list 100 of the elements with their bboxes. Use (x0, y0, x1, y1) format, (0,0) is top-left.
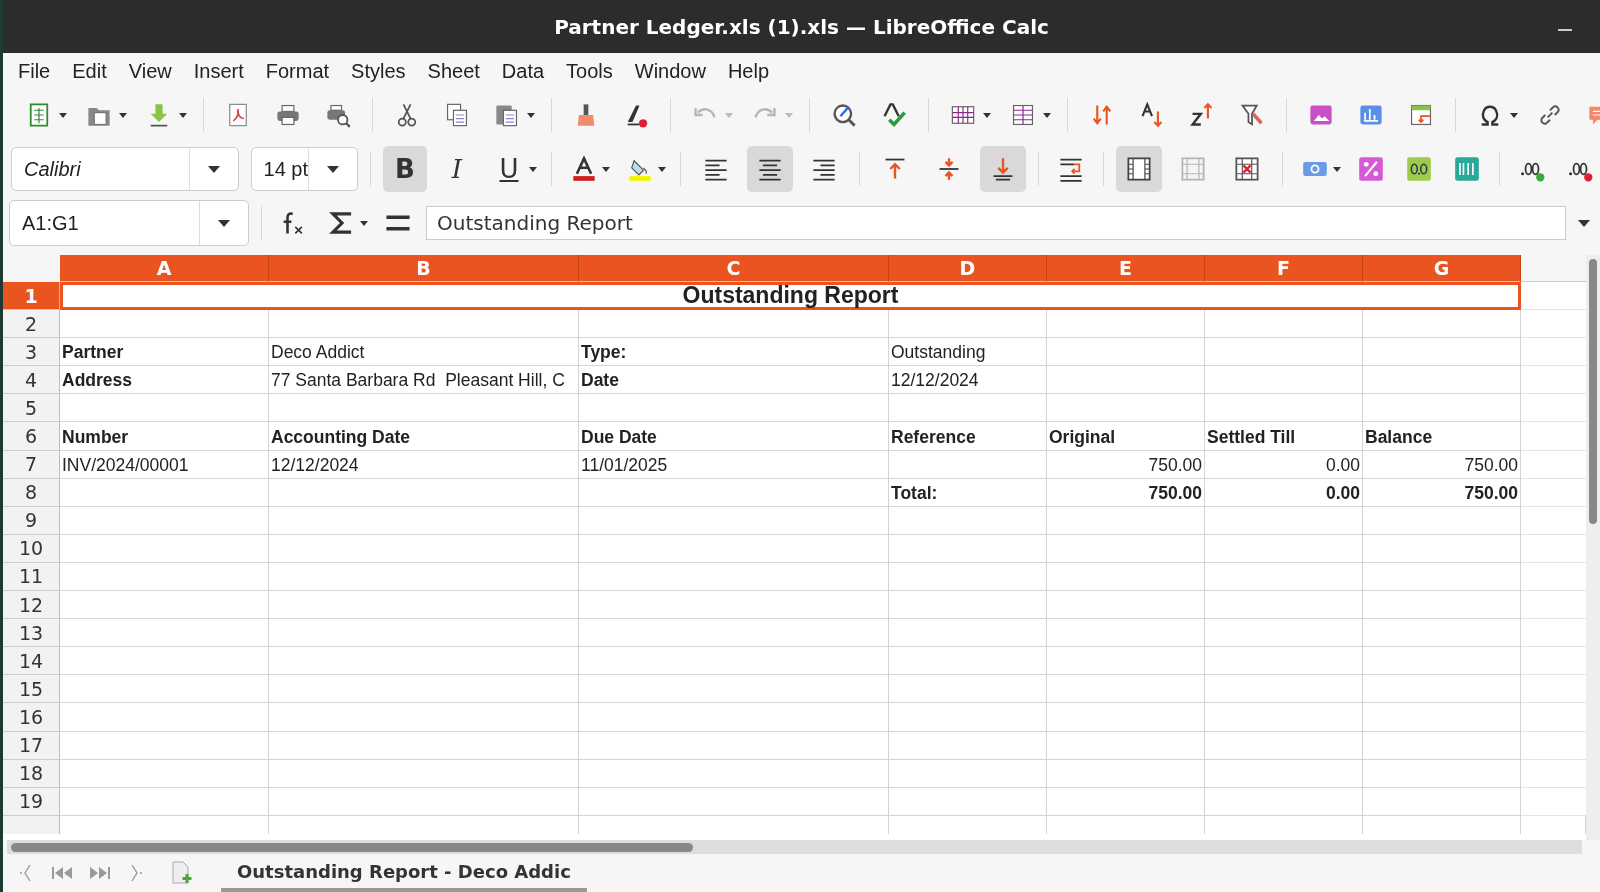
align-center-button[interactable] (747, 146, 793, 192)
caret-icon[interactable] (59, 112, 67, 118)
add-sheet-icon[interactable] (171, 861, 193, 885)
row-header[interactable]: 3 (3, 338, 60, 367)
caret-icon[interactable] (119, 112, 127, 118)
align-bottom-button[interactable] (980, 146, 1026, 192)
table-cell: 750.00 (1047, 478, 1205, 507)
menu-item[interactable]: Styles (340, 59, 417, 83)
table-cell: Outstanding (889, 338, 1047, 367)
wrap-text-icon[interactable] (1058, 156, 1084, 182)
row-header[interactable]: 5 (3, 394, 60, 423)
row-header[interactable]: 1 (3, 282, 60, 311)
last-sheet-icon[interactable] (89, 866, 111, 880)
date-format-icon[interactable] (1454, 156, 1480, 182)
table-cell: 77 Santa Barbara Rd Pleasant Hill, C (269, 366, 579, 395)
menu-item[interactable]: File (7, 59, 62, 83)
caret-icon[interactable] (527, 112, 535, 118)
caret-icon[interactable] (658, 166, 666, 172)
row-header[interactable]: 18 (3, 759, 60, 788)
underline-button[interactable]: U (487, 146, 531, 192)
row-header[interactable]: 11 (3, 562, 60, 592)
sort-descending-icon[interactable] (1189, 102, 1215, 128)
expand-caret-icon[interactable] (1578, 219, 1590, 227)
scrollbar-thumb[interactable] (11, 843, 693, 852)
copy-icon[interactable] (444, 102, 470, 128)
column-header[interactable]: B (269, 255, 579, 282)
table-cell: Type: (579, 338, 889, 367)
italic-button[interactable]: I (435, 146, 479, 192)
sort-ascending-icon[interactable] (1139, 102, 1165, 128)
row-header[interactable]: 16 (3, 703, 60, 732)
table-cell: Partner (60, 338, 269, 367)
pivot-table-icon[interactable] (1408, 102, 1434, 128)
menu-item[interactable]: Help (716, 59, 781, 83)
horizontal-scrollbar[interactable] (7, 840, 1582, 854)
table-cell: 750.00 (1363, 478, 1521, 507)
table-cell: 11/01/2025 (579, 450, 889, 479)
merge-center-button[interactable] (1116, 146, 1162, 192)
column-header[interactable]: D (889, 255, 1047, 282)
merge-center-icon (1126, 156, 1152, 182)
printer-icon[interactable] (275, 102, 301, 128)
dropdown-caret-icon[interactable] (327, 165, 339, 173)
name-box[interactable]: A1:G1 (9, 200, 249, 246)
minimize-icon[interactable] (1558, 28, 1572, 32)
caret-icon[interactable] (1333, 166, 1341, 172)
caret-icon[interactable] (1510, 112, 1518, 118)
menu-item[interactable]: Window (623, 59, 717, 83)
menu-item[interactable]: Edit (61, 59, 118, 83)
column-header[interactable]: C (579, 255, 889, 282)
table-cell: Accounting Date (269, 422, 579, 451)
font-size-field[interactable]: 14 pt (250, 147, 358, 191)
percent-format-icon[interactable] (1358, 156, 1384, 182)
row-header[interactable]: 13 (3, 619, 60, 648)
table-cell: 750.00 (1047, 450, 1205, 479)
spellcheck-icon[interactable] (881, 102, 907, 128)
row-header[interactable]: 14 (3, 647, 60, 676)
column-header[interactable]: G (1363, 255, 1521, 282)
scrollbar-thumb[interactable] (1589, 259, 1597, 524)
row-header[interactable]: 9 (3, 506, 60, 535)
formula-input-field[interactable]: Outstanding Report (426, 206, 1566, 240)
dropdown-caret-icon[interactable] (218, 219, 230, 227)
caret-icon[interactable] (529, 166, 537, 172)
number-format-icon[interactable] (1406, 156, 1432, 182)
sheet-tab[interactable]: Outstanding Report - Deco Addic (221, 854, 587, 892)
bold-button[interactable]: B (383, 146, 427, 192)
caret-icon[interactable] (602, 166, 610, 172)
dropdown-caret-icon[interactable] (207, 165, 220, 173)
row-header[interactable]: 19 (3, 787, 60, 816)
caret-icon[interactable] (360, 220, 368, 226)
menu-item[interactable]: Data (490, 59, 556, 83)
menu-item[interactable]: View (117, 59, 183, 83)
print-preview-icon[interactable] (325, 102, 351, 128)
row-header[interactable]: 7 (3, 450, 60, 479)
column-grid-icon[interactable] (1010, 102, 1036, 128)
column-header[interactable]: F (1205, 255, 1363, 282)
column-header[interactable]: E (1047, 255, 1205, 282)
row-header[interactable]: 6 (3, 422, 60, 451)
row-header[interactable]: 10 (3, 534, 60, 563)
row-header[interactable]: 15 (3, 675, 60, 704)
caret-icon[interactable] (1043, 112, 1051, 118)
menu-item[interactable]: Sheet (416, 59, 491, 83)
caret-icon[interactable] (983, 112, 991, 118)
font-color-icon[interactable] (571, 156, 597, 182)
menu-item[interactable]: Tools (555, 59, 624, 83)
row-header[interactable]: 17 (3, 731, 60, 760)
caret-icon[interactable] (179, 112, 187, 118)
row-header[interactable]: 8 (3, 478, 60, 507)
link-icon[interactable] (1537, 102, 1563, 128)
menu-item[interactable]: Insert (182, 59, 255, 83)
table-cell: Total: (889, 478, 1047, 507)
menu-item[interactable]: Format (254, 59, 341, 83)
column-header[interactable]: A (60, 255, 269, 282)
autofilter-icon[interactable] (1239, 102, 1265, 128)
font-name-field[interactable]: Calibri (11, 147, 239, 191)
row-header[interactable]: 2 (3, 310, 60, 339)
table-cell: Reference (889, 422, 1047, 451)
row-header[interactable]: 12 (3, 591, 60, 620)
find-replace-icon[interactable] (831, 102, 857, 128)
row-header[interactable]: 4 (3, 366, 60, 395)
first-sheet-icon[interactable] (51, 866, 73, 880)
vertical-scrollbar[interactable] (1586, 255, 1600, 840)
